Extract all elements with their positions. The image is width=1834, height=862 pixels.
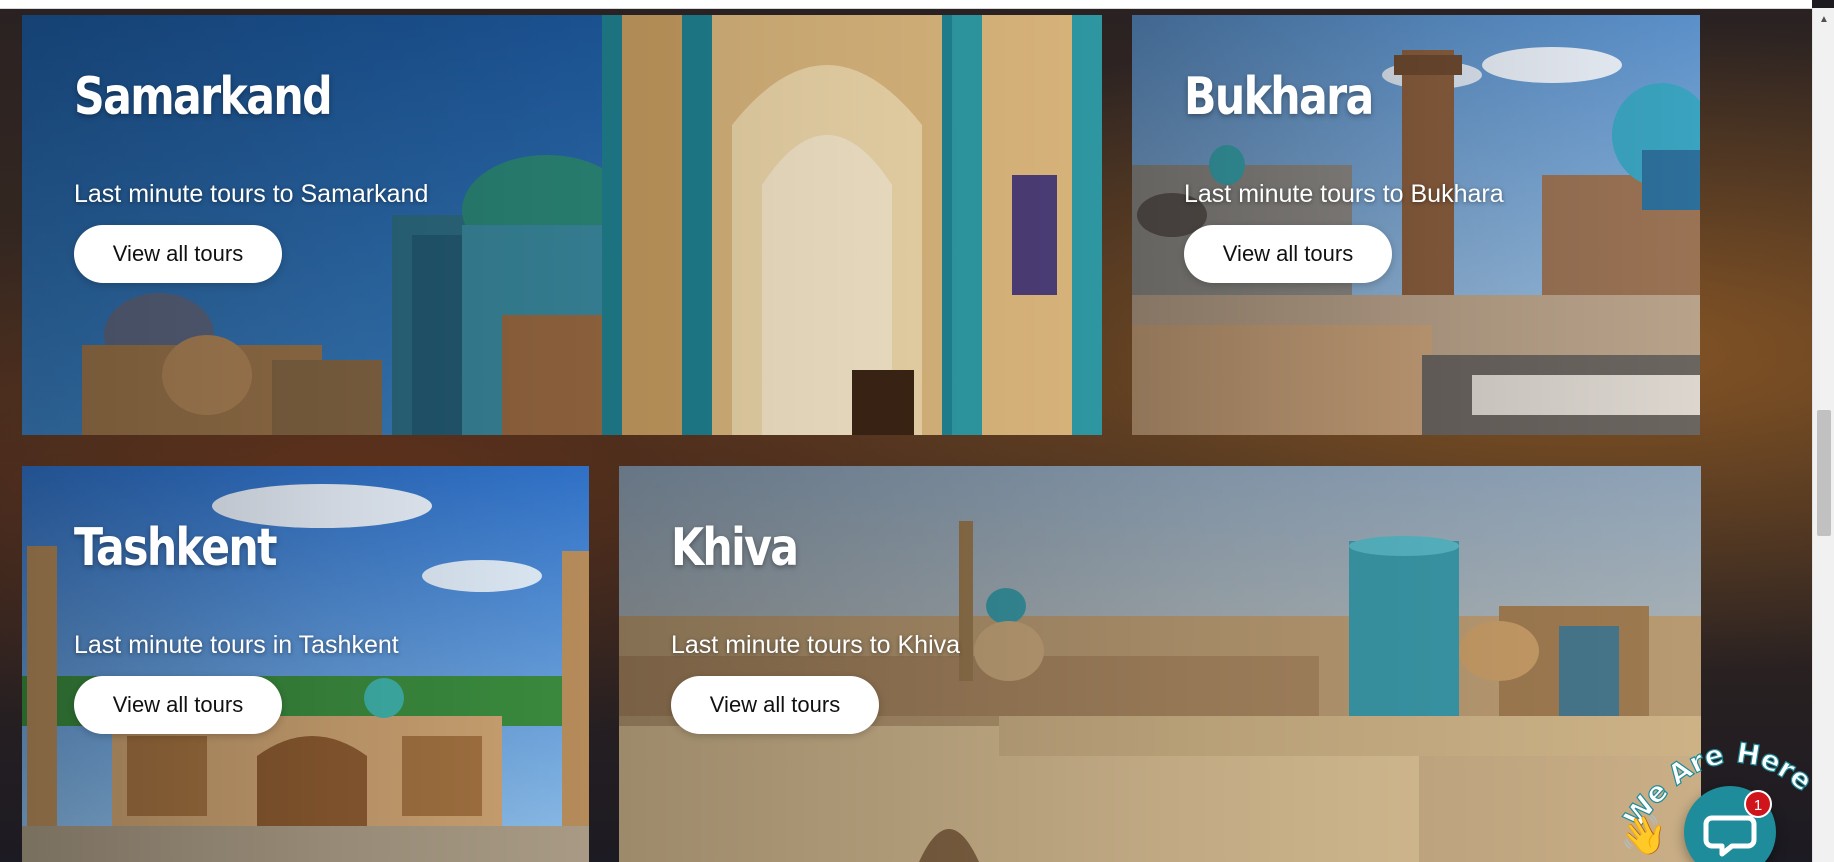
chat-widget[interactable]: We Are Here! 👋 1: [1620, 730, 1810, 862]
city-card-khiva[interactable]: Khiva Last minute tours to Khiva View al…: [619, 466, 1701, 862]
top-bar: [0, 0, 1812, 9]
city-card-samarkand[interactable]: Samarkand Last minute tours to Samarkand…: [22, 15, 1102, 435]
scroll-up-arrow-icon[interactable]: ▲: [1813, 12, 1834, 28]
card-title: Samarkand: [74, 67, 333, 127]
view-all-tours-button-bukhara[interactable]: View all tours: [1184, 225, 1392, 283]
card-title: Bukhara: [1184, 67, 1374, 127]
waving-hand-icon: 👋: [1620, 815, 1668, 857]
view-all-tours-button-tashkent[interactable]: View all tours: [74, 676, 282, 734]
view-all-tours-button-khiva[interactable]: View all tours: [671, 676, 879, 734]
view-all-tours-button-samarkand[interactable]: View all tours: [74, 225, 282, 283]
page-scrollbar[interactable]: ▲: [1812, 8, 1834, 862]
scroll-thumb[interactable]: [1817, 410, 1831, 536]
city-card-bukhara[interactable]: Bukhara Last minute tours to Bukhara Vie…: [1132, 15, 1700, 435]
card-subtitle: Last minute tours to Samarkand: [74, 180, 429, 208]
card-title: Tashkent: [74, 518, 278, 578]
city-card-tashkent[interactable]: Tashkent Last minute tours in Tashkent V…: [22, 466, 589, 862]
card-subtitle: Last minute tours in Tashkent: [74, 631, 399, 659]
card-title: Khiva: [671, 518, 799, 578]
unread-badge: 1: [1744, 790, 1772, 818]
card-subtitle: Last minute tours to Bukhara: [1184, 180, 1504, 208]
card-subtitle: Last minute tours to Khiva: [671, 631, 961, 659]
